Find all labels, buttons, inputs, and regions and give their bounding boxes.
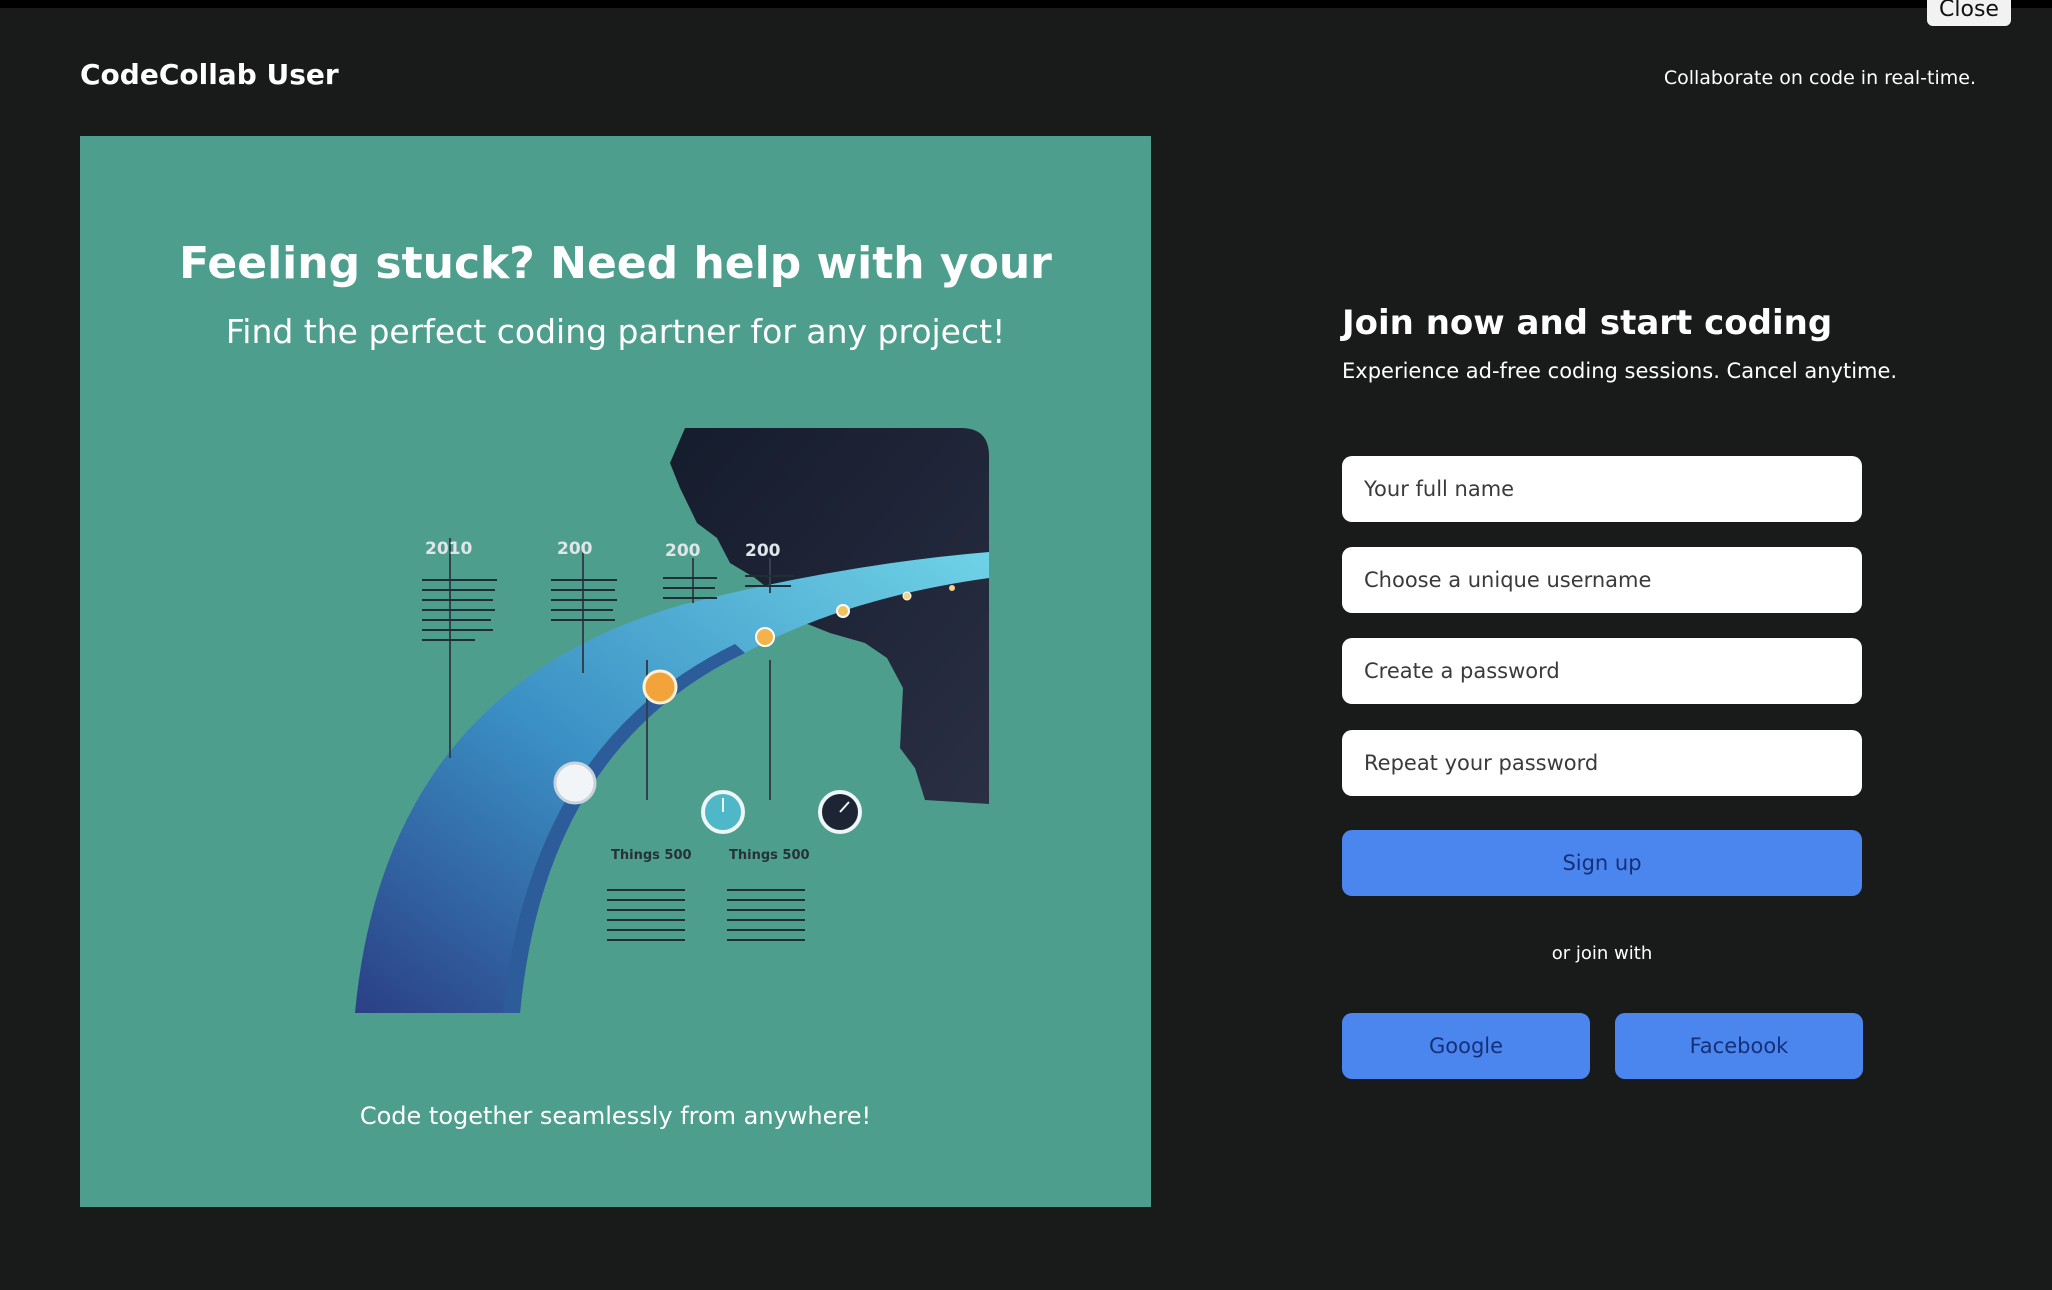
year-label: 200: [557, 539, 593, 559]
year-label: 200: [665, 541, 701, 561]
promo-footer: Code together seamlessly from anywhere!: [359, 1102, 872, 1130]
promo-title: Feeling stuck? Need help with your: [179, 238, 1052, 289]
milestone-label: Things 500: [729, 848, 810, 863]
promo-subtitle: Find the perfect coding partner for any …: [225, 312, 1006, 351]
window-top-bar: [0, 0, 2052, 8]
username-input[interactable]: [1342, 547, 1862, 613]
password-input[interactable]: [1342, 638, 1862, 704]
facebook-login-button[interactable]: Facebook: [1615, 1013, 1863, 1079]
promo-panel: Feeling stuck? Need help with your Find …: [80, 136, 1151, 1207]
year-label: 200: [745, 541, 781, 561]
sign-up-button[interactable]: Sign up: [1342, 830, 1862, 896]
signup-description: Experience ad-free coding sessions. Canc…: [1342, 359, 1898, 383]
timeline-illustration: 2010 200 200 200 Things 500 Things 500: [355, 428, 989, 1013]
year-label: 2010: [425, 539, 472, 559]
signup-title: Join now and start coding: [1342, 303, 1833, 343]
header-tagline: Collaborate on code in real-time.: [1663, 67, 1976, 89]
google-login-button[interactable]: Google: [1342, 1013, 1590, 1079]
repeat-password-input[interactable]: [1342, 730, 1862, 796]
close-button[interactable]: Close: [1927, 0, 2011, 26]
full-name-input[interactable]: [1342, 456, 1862, 522]
milestone-label: Things 500: [611, 848, 692, 863]
brand-name: CodeCollab User: [80, 58, 339, 91]
or-join-text: or join with: [1551, 943, 1653, 964]
